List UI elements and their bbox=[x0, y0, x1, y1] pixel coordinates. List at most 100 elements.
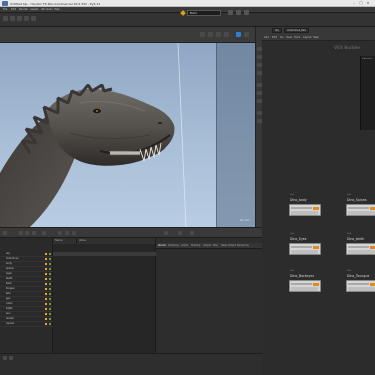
lock-icon[interactable] bbox=[49, 273, 51, 275]
toolbar-option-icon[interactable] bbox=[244, 10, 249, 15]
toolbar-option-icon[interactable] bbox=[236, 10, 241, 15]
undo-icon[interactable] bbox=[24, 16, 29, 21]
net-menu-layout[interactable]: Layout bbox=[303, 36, 312, 39]
pane-option-icon[interactable] bbox=[164, 231, 168, 235]
visibility-icon[interactable] bbox=[45, 263, 47, 265]
net-menu-tools[interactable]: Tools bbox=[294, 36, 300, 39]
pane-option-icon[interactable] bbox=[72, 231, 76, 235]
lock-icon[interactable] bbox=[49, 308, 51, 310]
new-scene-icon[interactable] bbox=[3, 16, 8, 21]
menu-file[interactable]: File bbox=[3, 8, 7, 11]
tab-misc[interactable]: Misc bbox=[213, 244, 218, 247]
visibility-icon[interactable] bbox=[45, 288, 47, 290]
lock-icon[interactable] bbox=[49, 258, 51, 260]
tab-deep-output[interactable]: Deep Output bbox=[221, 244, 236, 247]
net-menu-view[interactable]: View bbox=[286, 36, 292, 39]
visibility-icon[interactable] bbox=[45, 323, 47, 325]
node-flag-icon[interactable] bbox=[370, 283, 375, 286]
visibility-icon[interactable] bbox=[45, 283, 47, 285]
pane-option-icon[interactable] bbox=[65, 231, 69, 235]
pane-option-icon[interactable] bbox=[19, 231, 23, 235]
tab-limits[interactable]: Limits bbox=[181, 244, 188, 247]
visibility-icon[interactable] bbox=[45, 268, 47, 270]
node-flag-icon[interactable] bbox=[313, 207, 319, 210]
desktop-context-select[interactable]: Build bbox=[187, 10, 221, 16]
pane-option-icon[interactable] bbox=[3, 231, 7, 235]
lock-icon[interactable] bbox=[49, 288, 51, 290]
status-option-icon[interactable] bbox=[3, 356, 7, 360]
lock-icon[interactable] bbox=[49, 313, 51, 315]
node-dino-body[interactable] bbox=[289, 204, 321, 216]
menu-windows[interactable]: Windows bbox=[41, 8, 53, 11]
tab-output[interactable]: Output bbox=[203, 244, 211, 247]
status-option-icon[interactable] bbox=[9, 356, 13, 360]
side-panel-title: Indominus bbox=[362, 58, 373, 60]
node-flag-icon[interactable] bbox=[313, 283, 319, 286]
tree-row[interactable]: ropnet bbox=[0, 322, 53, 327]
node-flag-icon[interactable] bbox=[313, 246, 319, 249]
node-dino-backeyes[interactable] bbox=[289, 280, 321, 292]
visibility-icon[interactable] bbox=[45, 308, 47, 310]
close-icon[interactable]: × bbox=[366, 1, 370, 5]
path-obj-tab[interactable]: obj bbox=[272, 28, 282, 33]
tab-rendering[interactable]: Rendering bbox=[237, 244, 249, 247]
node-dino-eyes[interactable] bbox=[289, 243, 321, 255]
lock-icon[interactable] bbox=[49, 318, 51, 320]
view-option-icon[interactable] bbox=[216, 32, 221, 37]
visibility-icon[interactable] bbox=[45, 313, 47, 315]
path-object-tab[interactable]: Indominus_Rex bbox=[284, 28, 309, 33]
pane-option-icon[interactable] bbox=[32, 231, 36, 235]
lock-icon[interactable] bbox=[49, 283, 51, 285]
lock-icon[interactable] bbox=[49, 323, 51, 325]
tab-render[interactable]: Render bbox=[158, 244, 166, 247]
visibility-icon[interactable] bbox=[45, 293, 47, 295]
visibility-icon[interactable] bbox=[45, 278, 47, 280]
view-option-icon[interactable] bbox=[224, 32, 229, 37]
save-scene-icon[interactable] bbox=[17, 16, 22, 21]
lock-icon[interactable] bbox=[49, 253, 51, 255]
render-region-icon[interactable] bbox=[236, 32, 241, 37]
lock-icon[interactable] bbox=[49, 298, 51, 300]
lock-icon[interactable] bbox=[49, 303, 51, 305]
visibility-icon[interactable] bbox=[45, 273, 47, 275]
visibility-icon[interactable] bbox=[45, 253, 47, 255]
pane-option-icon[interactable] bbox=[42, 231, 46, 235]
visibility-icon[interactable] bbox=[45, 303, 47, 305]
net-menu-add[interactable]: Add bbox=[264, 36, 269, 39]
toolbar-option-icon[interactable] bbox=[228, 10, 233, 15]
menu-edit[interactable]: Edit bbox=[11, 8, 16, 11]
menu-help[interactable]: Help bbox=[54, 8, 60, 11]
camera-menu-icon[interactable] bbox=[244, 32, 249, 37]
redo-icon[interactable] bbox=[31, 16, 36, 21]
minimize-icon[interactable]: – bbox=[352, 1, 356, 5]
view-option-icon[interactable] bbox=[208, 32, 213, 37]
pane-option-icon[interactable] bbox=[190, 231, 194, 235]
node-dino-teeth[interactable] bbox=[346, 243, 375, 255]
visibility-icon[interactable] bbox=[45, 318, 47, 320]
lock-icon[interactable] bbox=[49, 293, 51, 295]
maximize-icon[interactable]: □ bbox=[359, 1, 363, 5]
column-header-value[interactable]: Value bbox=[77, 238, 156, 244]
visibility-icon[interactable] bbox=[45, 258, 47, 260]
tab-shading[interactable]: Shading bbox=[191, 244, 200, 247]
net-menu-edit[interactable]: Edit bbox=[272, 36, 277, 39]
node-flag-icon[interactable] bbox=[370, 207, 375, 210]
lock-icon[interactable] bbox=[49, 268, 51, 270]
lock-icon[interactable] bbox=[49, 278, 51, 280]
column-header-name[interactable]: Name bbox=[53, 238, 77, 244]
node-dino-spines[interactable] bbox=[346, 204, 375, 216]
net-menu-help[interactable]: Help bbox=[313, 36, 319, 39]
visibility-icon[interactable] bbox=[45, 298, 47, 300]
pane-option-icon[interactable] bbox=[25, 231, 29, 235]
tab-sampling[interactable]: Sampling bbox=[168, 244, 179, 247]
pane-option-icon[interactable] bbox=[58, 231, 62, 235]
lock-icon[interactable] bbox=[49, 263, 51, 265]
net-menu-go[interactable]: Go bbox=[280, 36, 283, 39]
view-option-icon[interactable] bbox=[200, 32, 205, 37]
menu-assets[interactable]: Assets bbox=[30, 8, 38, 11]
node-flag-icon[interactable] bbox=[370, 246, 375, 249]
open-scene-icon[interactable] bbox=[10, 16, 15, 21]
node-dino-toungue[interactable] bbox=[346, 280, 375, 292]
menu-render[interactable]: Render bbox=[19, 8, 28, 11]
pane-option-icon[interactable] bbox=[178, 231, 182, 235]
